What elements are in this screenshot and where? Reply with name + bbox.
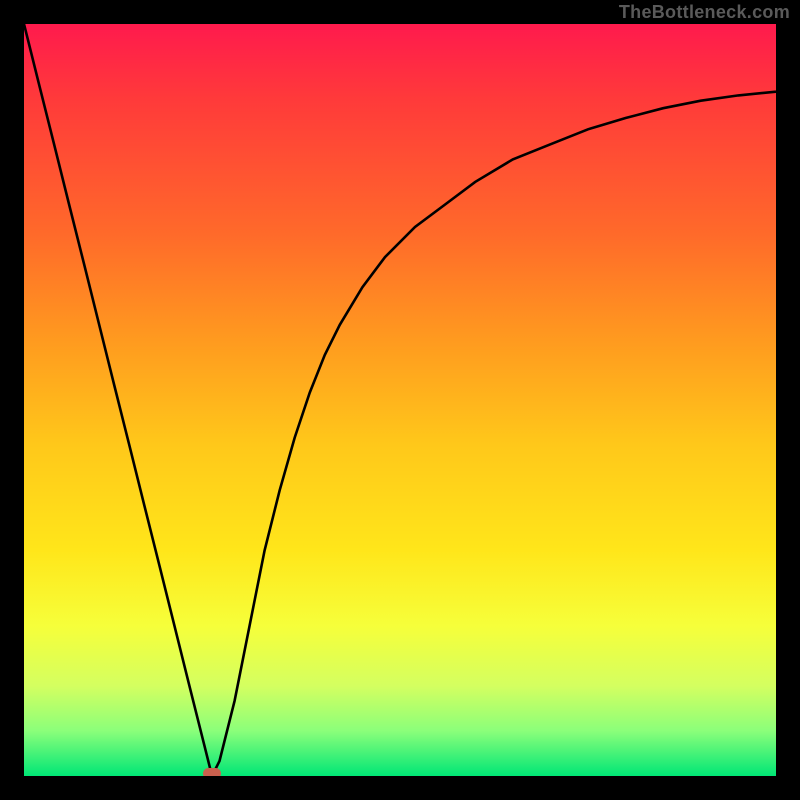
- curve-path: [24, 24, 776, 776]
- attribution-text: TheBottleneck.com: [619, 2, 790, 23]
- minimum-marker-dot: [203, 768, 221, 776]
- outer-frame: TheBottleneck.com: [0, 0, 800, 800]
- plot-area: [24, 24, 776, 776]
- bottleneck-curve: [24, 24, 776, 776]
